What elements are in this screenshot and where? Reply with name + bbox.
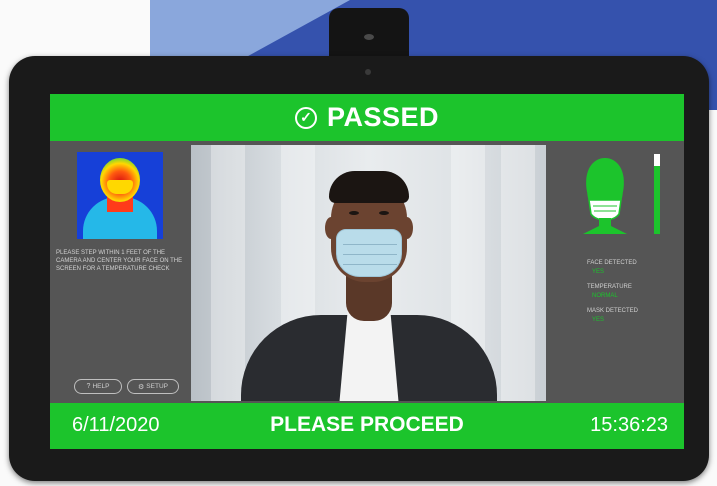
mask-pleat — [343, 264, 397, 265]
readout-value: NORMAL — [592, 293, 618, 299]
front-camera-icon — [365, 69, 371, 75]
readout-value: YES — [592, 317, 605, 323]
proceed-message: PLEASE PROCEED — [270, 413, 464, 436]
camera-lens-icon — [364, 34, 374, 40]
thermal-mask — [107, 180, 133, 194]
readout-label: TEMPERATURE — [587, 284, 632, 290]
setup-button-label: SETUP — [146, 383, 168, 390]
help-button[interactable]: ? HELP — [74, 379, 122, 394]
mask-pleat — [343, 244, 397, 245]
person-eye — [349, 211, 359, 215]
time-display: 15:36:23 — [590, 414, 668, 436]
help-icon: ? — [86, 383, 91, 390]
person-face-mask — [336, 229, 402, 277]
thermal-image — [77, 152, 163, 239]
person-shirt — [339, 307, 399, 401]
kiosk-screen: ✓ PASSED PLEASE STEP WITHIN 1 FEET OF TH… — [50, 94, 684, 449]
readout-label: MASK DETECTED — [587, 308, 639, 314]
tablet-device: ✓ PASSED PLEASE STEP WITHIN 1 FEET OF TH… — [9, 56, 709, 481]
person-eye — [379, 211, 389, 215]
setup-button[interactable]: ⚙ SETUP — [127, 379, 179, 394]
face-mask-icon — [583, 158, 627, 234]
temperature-gauge-top — [654, 154, 660, 166]
gear-icon: ⚙ — [138, 383, 145, 391]
status-label: PASSED — [326, 102, 440, 132]
check-circle-icon: ✓ — [294, 106, 317, 129]
camera-feed — [191, 145, 546, 401]
status-banner: ✓ PASSED — [50, 94, 684, 141]
mask-pleat — [343, 254, 397, 255]
window-panel — [501, 145, 535, 401]
readout-value: YES — [592, 269, 605, 275]
person-hair — [329, 171, 409, 203]
readout-label: FACE DETECTED — [587, 260, 637, 266]
instructions-text: PLEASE STEP WITHIN 1 FEET OF THE CAMERA … — [56, 250, 183, 272]
footer-bar: 6/11/2020 PLEASE PROCEED 15:36:23 — [50, 403, 684, 449]
window-panel — [211, 145, 245, 401]
temperature-gauge-icon — [654, 156, 660, 234]
help-button-label: HELP — [92, 383, 110, 390]
